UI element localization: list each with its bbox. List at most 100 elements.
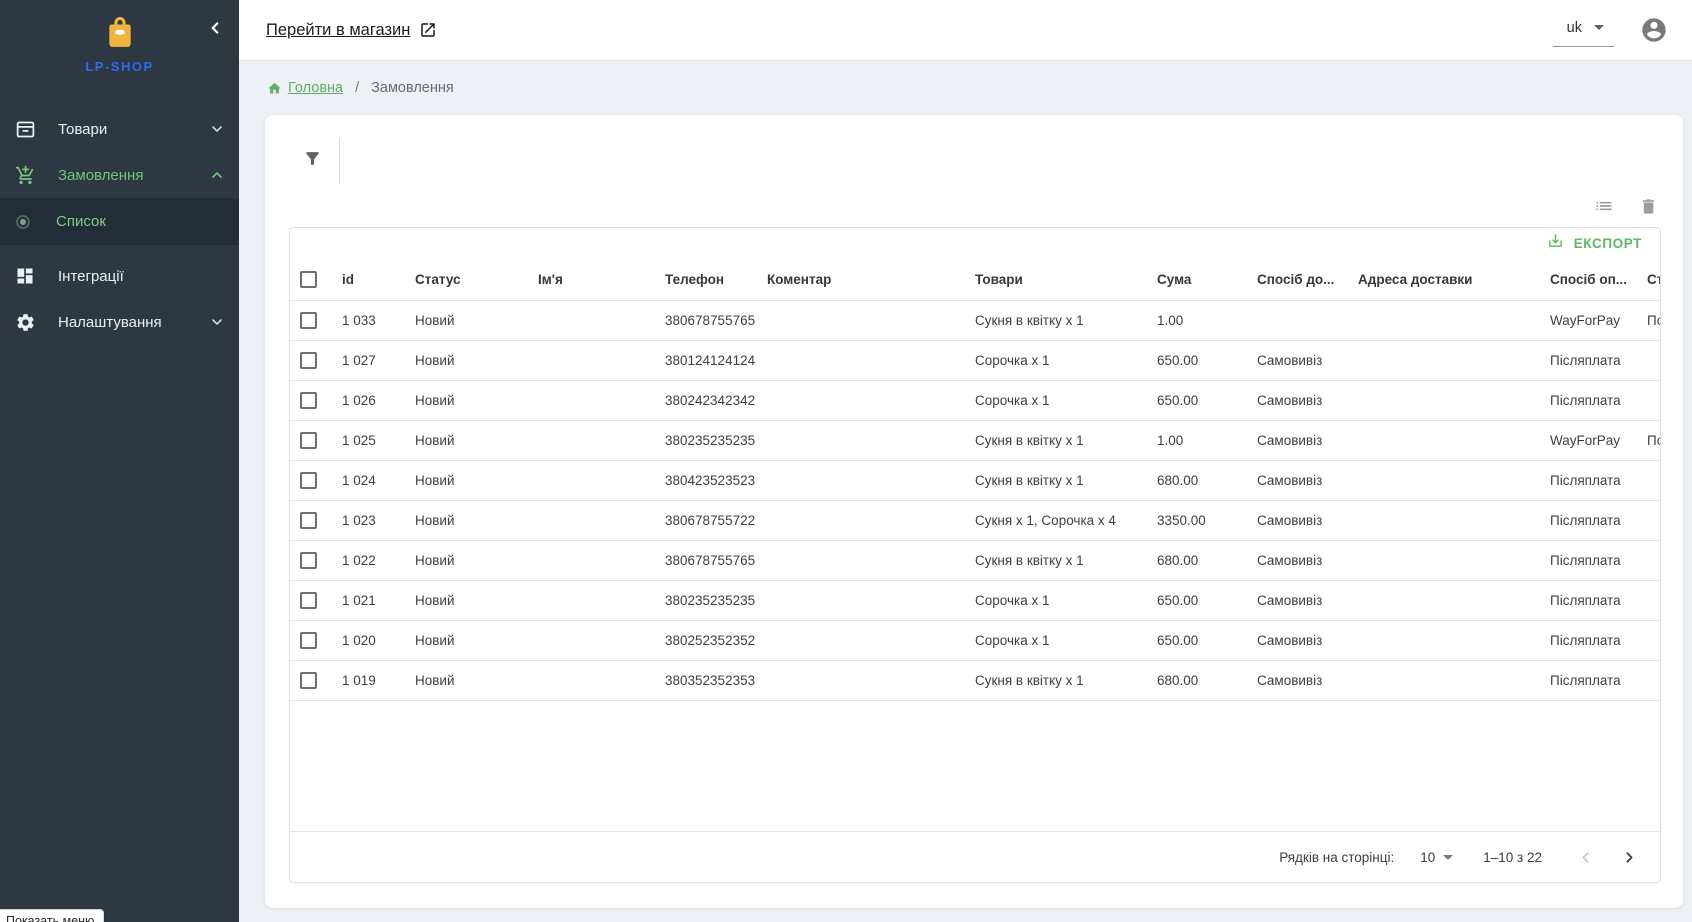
sidebar-item-orders-list[interactable]: Список [0,198,239,245]
table-row[interactable]: 1 027Новий380124124124Сорочка x 1650.00С… [290,340,1661,380]
table-row[interactable]: 1 020Новий380252352352Сорочка x 1650.00С… [290,620,1661,660]
column-header-name[interactable]: Ім'я [528,260,655,300]
sidebar-item-settings[interactable]: Налаштування [0,299,239,345]
cell-status: Новий [405,540,528,580]
sidebar-item-products[interactable]: Товари [0,106,239,152]
account-avatar-button[interactable] [1640,16,1668,44]
cell-sum: 650.00 [1147,580,1247,620]
topbar: Перейти в магазин uk [239,0,1692,61]
gear-icon [14,311,36,333]
cell-payment: WayForPay [1540,420,1637,460]
export-button[interactable]: ЕКСПОРТ [1539,228,1650,258]
sidebar-item-label: Товари [58,121,209,138]
column-header-delivery[interactable]: Спосіб до... [1247,260,1348,300]
cell-payment-status [1637,460,1661,500]
view-list-icon[interactable] [1591,193,1617,219]
cell-name [528,500,655,540]
column-header-payment[interactable]: Спосіб оп... [1540,260,1637,300]
filter-bar [265,115,1683,185]
home-icon[interactable] [267,81,282,96]
cell-status: Новий [405,500,528,540]
cell-payment: Післяплата [1540,340,1637,380]
go-to-store-link[interactable]: Перейти в магазин [266,21,410,40]
cell-goods: Сукня в квітку x 1 [965,460,1147,500]
language-select[interactable]: uk [1553,14,1614,47]
cell-status: Новий [405,340,528,380]
table-row[interactable]: 1 021Новий380235235235Сорочка x 1650.00С… [290,580,1661,620]
chevron-up-icon [209,167,225,183]
column-header-address[interactable]: Адреса доставки [1348,260,1540,300]
row-checkbox[interactable] [300,392,317,409]
column-header-phone[interactable]: Телефон [655,260,757,300]
cell-address [1348,340,1540,380]
cell-payment: Післяплата [1540,660,1637,700]
row-checkbox[interactable] [300,352,317,369]
cell-phone: 380252352352 [655,620,757,660]
cell-name [528,620,655,660]
cell-goods: Сукня в квітку x 1 [965,300,1147,340]
cell-payment-status [1637,340,1661,380]
open-in-new-icon [419,21,437,39]
cell-delivery: Самовивіз [1247,500,1348,540]
cell-phone: 380352352353 [655,660,757,700]
sidebar-item-label: Налаштування [58,314,209,331]
cell-name [528,660,655,700]
column-header-id[interactable]: id [332,260,405,300]
table-row[interactable]: 1 033Новий380678755765Сукня в квітку x 1… [290,300,1661,340]
caret-down-icon [1594,25,1604,30]
column-header-sum[interactable]: Сума [1147,260,1247,300]
cell-comment [757,460,965,500]
cell-address [1348,380,1540,420]
cell-goods: Сорочка x 1 [965,340,1147,380]
column-header-comment[interactable]: Коментар [757,260,965,300]
row-checkbox[interactable] [300,432,317,449]
cell-id: 1 021 [332,580,405,620]
table-row[interactable]: 1 025Новий380235235235Сукня в квітку x 1… [290,420,1661,460]
filter-icon[interactable] [303,149,322,173]
table-row[interactable]: 1 019Новий380352352353Сукня в квітку x 1… [290,660,1661,700]
cell-payment-status: По [1637,420,1661,460]
cell-id: 1 024 [332,460,405,500]
cell-id: 1 023 [332,500,405,540]
cell-status: Новий [405,460,528,500]
row-checkbox[interactable] [300,472,317,489]
trash-icon[interactable] [1635,193,1661,219]
sidebar-subitem-label: Список [56,213,106,230]
table-row[interactable]: 1 022Новий380678755765Сукня в квітку x 1… [290,540,1661,580]
rows-per-page-select[interactable]: 10 [1420,850,1453,865]
row-checkbox[interactable] [300,312,317,329]
sidebar-collapse-button[interactable] [203,18,227,42]
cell-name [528,540,655,580]
cell-name [528,420,655,460]
select-all-checkbox[interactable] [300,271,317,288]
sidebar-item-integrations[interactable]: Інтеграції [0,253,239,299]
table-row[interactable]: 1 023Новий380678755722Сукня x 1, Сорочка… [290,500,1661,540]
cell-status: Новий [405,300,528,340]
cell-comment [757,500,965,540]
cell-payment: Післяплата [1540,500,1637,540]
table-row[interactable]: 1 026Новий380242342342Сорочка x 1650.00С… [290,380,1661,420]
row-checkbox[interactable] [300,512,317,529]
table-row[interactable]: 1 024Новий380423523523Сукня в квітку x 1… [290,460,1661,500]
row-checkbox[interactable] [300,552,317,569]
cell-sum: 1.00 [1147,300,1247,340]
cell-name [528,340,655,380]
cell-sum: 3350.00 [1147,500,1247,540]
cell-address [1348,460,1540,500]
sidebar-nav: Товари Замовлення Список Інтеграції [0,106,239,345]
previous-page-button[interactable] [1570,842,1600,872]
sidebar-item-orders[interactable]: Замовлення [0,152,239,198]
row-checkbox[interactable] [300,632,317,649]
sidebar-item-label: Замовлення [58,167,209,184]
breadcrumb-home-link[interactable]: Головна [288,80,343,96]
chevron-down-icon [209,121,225,137]
shopping-bag-logo-icon [107,16,133,53]
next-page-button[interactable] [1614,842,1644,872]
row-checkbox[interactable] [300,672,317,689]
row-checkbox[interactable] [300,592,317,609]
cell-status: Новий [405,380,528,420]
column-header-goods[interactable]: Товари [965,260,1147,300]
column-header-status[interactable]: Статус [405,260,528,300]
pagination-range: 1–10 з 22 [1483,850,1542,865]
column-header-payment-status[interactable]: Ст [1637,260,1661,300]
